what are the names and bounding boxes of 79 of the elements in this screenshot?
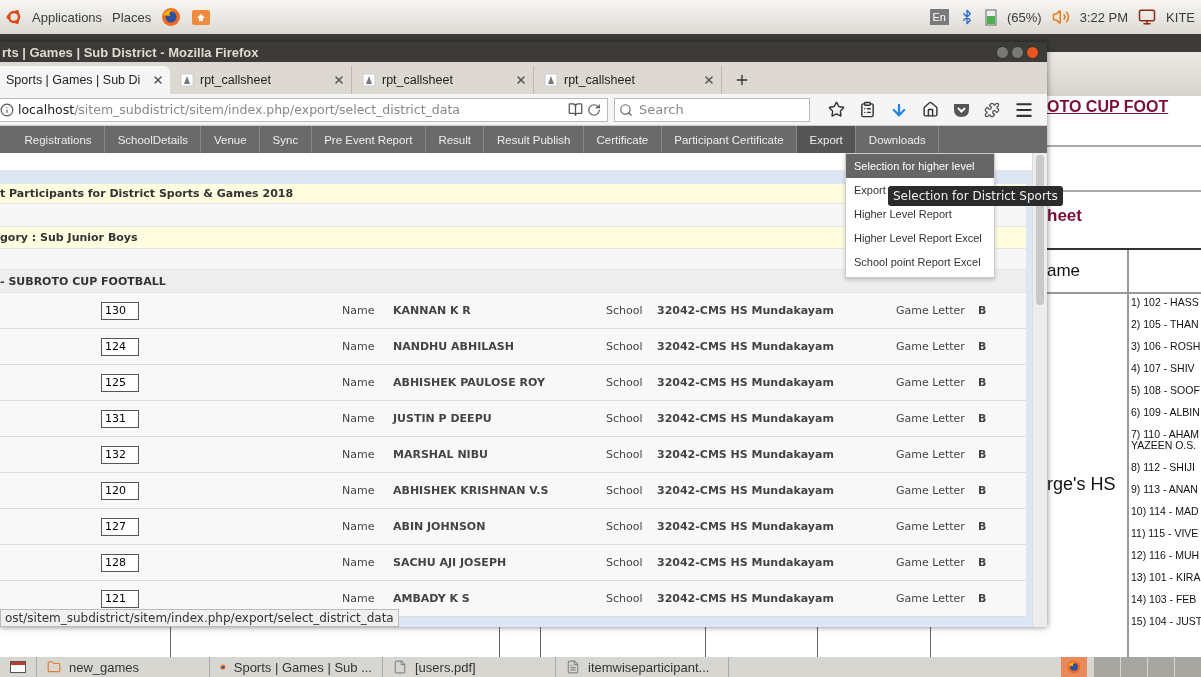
field-label: Game Letter [896, 376, 966, 389]
field-label: Name [342, 448, 376, 461]
section-heading: t Participants for District Sports & Games 2018 [0, 187, 294, 200]
field-label: School [606, 448, 644, 461]
player-entry: 3) 106 - ROSH [1131, 341, 1201, 353]
event-heading: - SUBROTO CUP FOOTBALL [0, 274, 166, 288]
participant-name: ABHISHEK PAULOSE ROY [393, 376, 546, 389]
school-name: 32042-CMS HS Mundakayam [657, 376, 835, 389]
battery-percentage: (65%) [1007, 9, 1042, 25]
player-entry: 4) 107 - SHIV [1131, 363, 1196, 375]
participant-name: NANDHU ABHILASH [393, 340, 515, 353]
school-name: 32042-CMS HS Mundakayam [657, 556, 835, 569]
school-name: 32042-CMS HS Mundakayam [657, 448, 835, 461]
field-label: School [606, 376, 644, 389]
participant-name: AMBADY K S [393, 592, 471, 605]
tooltip: Selection for District Sports [888, 186, 1063, 206]
field-label: Name [342, 376, 376, 389]
field-label: Name [342, 556, 376, 569]
field-label: Name [342, 520, 376, 533]
participant-name: MARSHAL NIBU [393, 448, 490, 461]
player-entry: 7) 110 - AHAM YAZEEN O.S. [1131, 429, 1201, 452]
player-entry: 2) 105 - THAN [1131, 319, 1200, 331]
game-letter: B [978, 376, 988, 389]
field-label: Game Letter [896, 520, 966, 533]
player-entry: 5) 108 - SOOF [1131, 385, 1201, 397]
school-name: 32042-CMS HS Mundakayam [657, 340, 835, 353]
column-header: ame [1047, 261, 1081, 281]
document-title: OTO CUP FOOT [1047, 98, 1169, 115]
field-label: Name [342, 592, 376, 605]
category-heading: gory : Sub Junior Boys [0, 231, 138, 244]
player-entry: 13) 101 - KIRA [1131, 572, 1201, 584]
school-name: 32042-CMS HS Mundakayam [657, 592, 835, 605]
player-entry: 6) 109 - ALBIN [1131, 407, 1201, 419]
player-entry: 12) 116 - MUH [1131, 550, 1201, 562]
field-label: Name [342, 412, 376, 425]
field-label: Game Letter [896, 448, 966, 461]
school-name: rge's HS [1047, 474, 1117, 495]
field-label: Game Letter [896, 592, 966, 605]
school-name: 32042-CMS HS Mundakayam [657, 304, 835, 317]
school-name: 32042-CMS HS Mundakayam [657, 412, 835, 425]
field-label: School [606, 484, 644, 497]
school-name: 32042-CMS HS Mundakayam [657, 520, 835, 533]
field-label: Game Letter [896, 412, 966, 425]
field-label: Name [342, 484, 376, 497]
field-label: Game Letter [896, 304, 966, 317]
field-label: Game Letter [896, 484, 966, 497]
player-entry: 11) 115 - VIVE [1131, 528, 1200, 540]
school-name: 32042-CMS HS Mundakayam [657, 484, 835, 497]
player-entry: 9) 113 - ANAN [1131, 484, 1199, 496]
game-letter: B [978, 556, 988, 569]
game-letter: B [978, 304, 988, 317]
participant-name: JUSTIN P DEEPU [393, 412, 493, 425]
participant-name: SACHU AJI JOSEPH [393, 556, 508, 569]
player-entry: 14) 103 - FEB [1131, 594, 1198, 606]
game-letter: B [978, 340, 988, 353]
game-letter: B [978, 484, 988, 497]
window-title: rts | Games | Sub District - Mozilla Firefox [2, 44, 259, 60]
game-letter: B [978, 520, 988, 533]
game-letter: B [978, 412, 988, 425]
game-letter: B [978, 592, 988, 605]
player-entry: 8) 112 - SHIJI [1131, 462, 1196, 474]
player-entry: 10) 114 - MAD [1131, 506, 1200, 518]
field-label: Name [342, 340, 376, 353]
game-letter: B [978, 448, 988, 461]
participant-name: ABIN JOHNSON [393, 520, 487, 533]
participant-name: KANNAN K R [393, 304, 472, 317]
field-label: School [606, 304, 644, 317]
document-subtitle: heet [1047, 206, 1082, 225]
field-label: Game Letter [896, 340, 966, 353]
field-label: School [606, 412, 644, 425]
player-entry: 1) 102 - HASS [1131, 297, 1200, 308]
participant-name: ABHISHEK KRISHNAN V.S [393, 484, 550, 497]
field-label: Game Letter [896, 556, 966, 569]
field-label: School [606, 556, 644, 569]
field-label: School [606, 592, 644, 605]
field-label: School [606, 520, 644, 533]
field-label: School [606, 340, 644, 353]
status-url: ost/sitem_subdistrict/sitem/index.php/export/select_district_data [0, 609, 399, 627]
field-label: Name [342, 304, 376, 317]
